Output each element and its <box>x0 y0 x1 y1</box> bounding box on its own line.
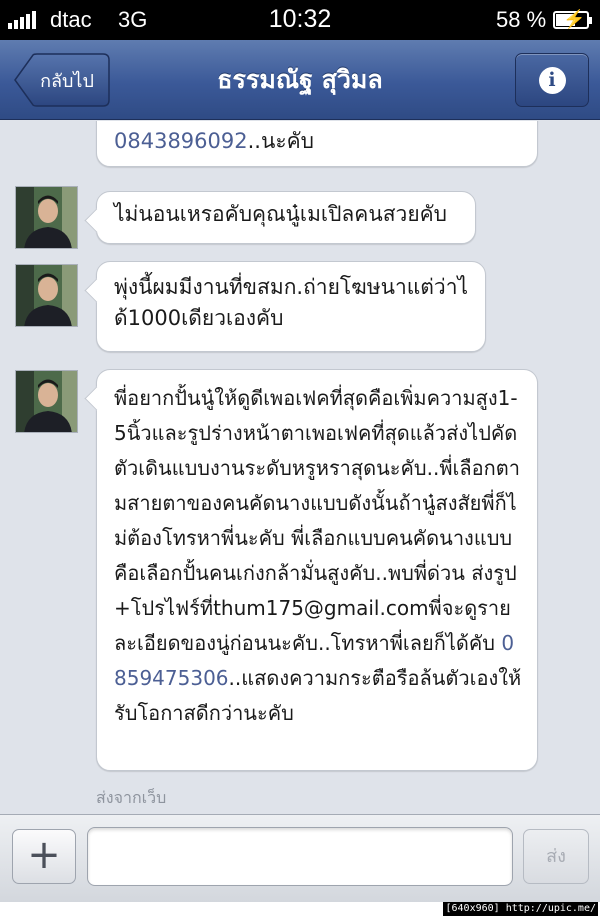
message-thread[interactable]: 0843896092..นะคับ ไม่นอนเหรอคับคุณนู๋เมเ… <box>0 121 600 814</box>
person-avatar-icon <box>16 265 77 326</box>
phone-number-link[interactable]: 0843896092 <box>114 129 248 153</box>
avatar[interactable] <box>15 264 78 327</box>
person-avatar-icon <box>16 371 77 432</box>
message-text: พี่อยากปั้นนู๋ให้ดูดีเพอเฟคที่สุดคือเพิ่… <box>114 386 520 655</box>
back-button-label: กลับไป <box>40 70 94 92</box>
send-button[interactable]: ส่ง <box>523 829 589 884</box>
message-composer: + ส่ง <box>0 814 600 902</box>
message-source-label: ส่งจากเว็บ <box>96 788 167 807</box>
watermark-bar: [640x960] http://upic.me/ <box>0 902 600 916</box>
message-bubble: ไม่นอนเหรอคับคุณนู๋เมเปิลคนสวยคับ <box>96 191 476 244</box>
message-text: ไม่นอนเหรอคับคุณนู๋เมเปิลคนสวยคับ <box>114 202 447 226</box>
status-bar: dtac 3G 10:32 58 % ⚡ <box>0 0 600 40</box>
message-bubble: พุ่งนี้ผมมีงานที่ขสมก.ถ่ายโฆษนาแต่ว่าได้… <box>96 261 486 352</box>
attach-button[interactable]: + <box>12 829 76 884</box>
message-text: ..นะคับ <box>247 129 314 153</box>
info-icon: i <box>538 66 566 94</box>
info-button[interactable]: i <box>515 53 589 107</box>
avatar[interactable] <box>15 186 78 249</box>
message-input[interactable] <box>87 827 513 886</box>
watermark-text: [640x960] http://upic.me/ <box>443 902 598 916</box>
avatar[interactable] <box>15 370 78 433</box>
battery-percent: 58 % <box>496 7 547 32</box>
message-text: พุ่งนี้ผมมีงานที่ขสมก.ถ่ายโฆษนาแต่ว่าได้… <box>114 275 469 330</box>
person-avatar-icon <box>16 187 77 248</box>
navigation-bar: กลับไป ธรรมณัฐ สุวิมล i <box>0 40 600 120</box>
battery-charging-icon: ⚡ <box>553 9 592 29</box>
message-bubble: พี่อยากปั้นนู๋ให้ดูดีเพอเฟคที่สุดคือเพิ่… <box>96 369 538 771</box>
message-bubble: 0843896092..นะคับ <box>96 121 538 167</box>
back-button[interactable]: กลับไป <box>14 53 110 107</box>
charging-bolt-icon: ⚡ <box>563 9 586 29</box>
